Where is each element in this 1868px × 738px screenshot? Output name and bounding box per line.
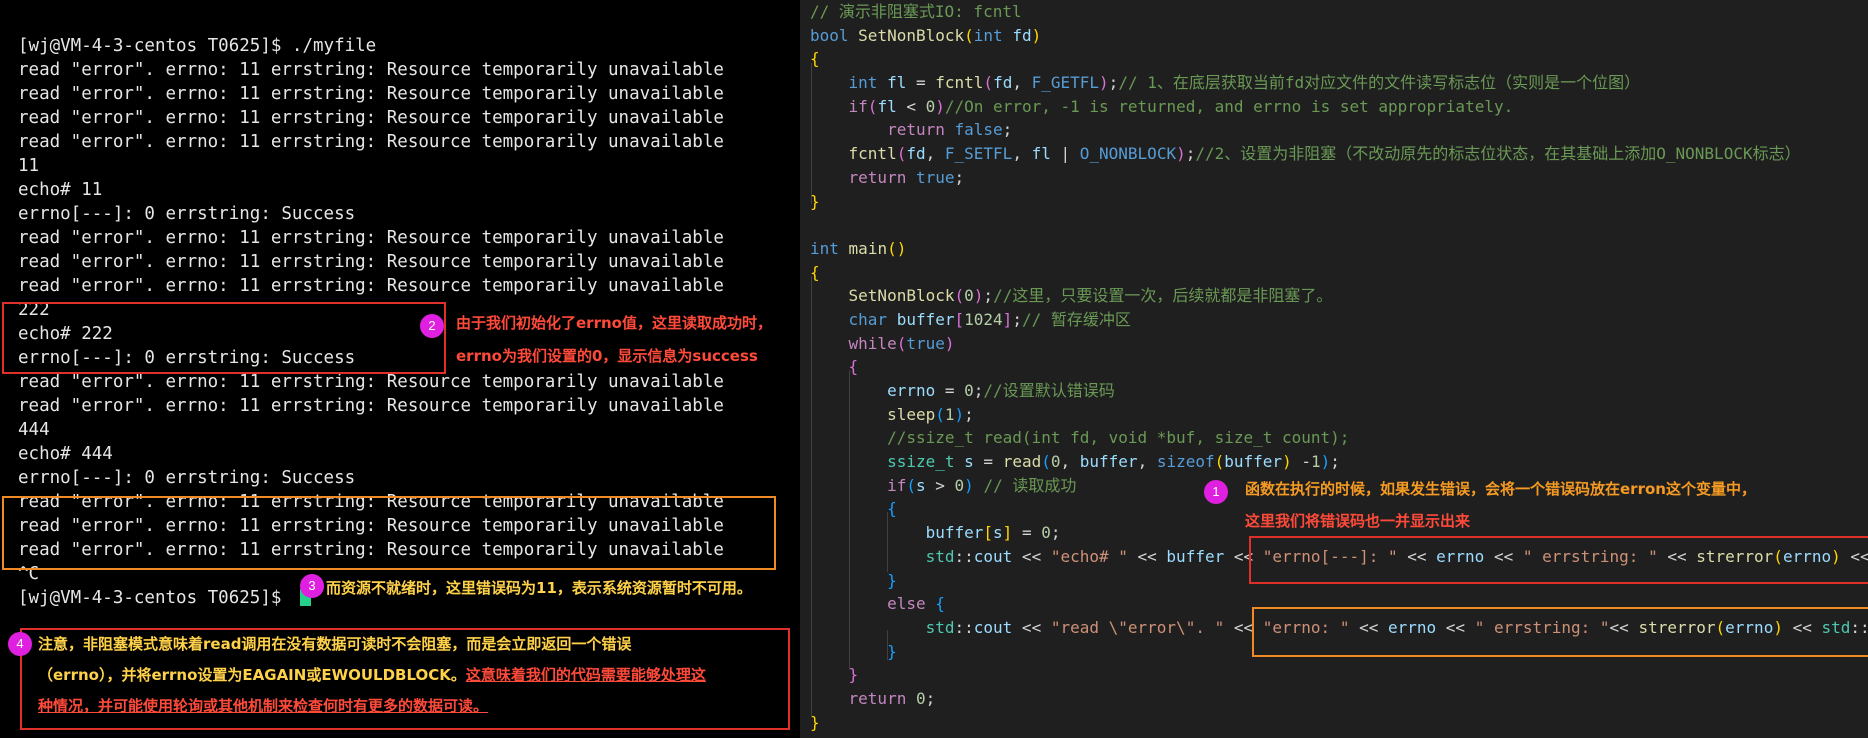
terminal-line: read "error". errno: 11 errstring: Resou… xyxy=(18,108,724,128)
terminal-line: read "error". errno: 11 errstring: Resou… xyxy=(18,396,724,416)
success-cout-highlight xyxy=(1249,536,1868,584)
terminal-pane[interactable]: [wj@VM-4-3-centos T0625]$ ./myfile read "… xyxy=(0,0,800,738)
code-line: // 演示非阻塞式IO: fcntl xyxy=(810,2,1022,21)
annotation-1-line-2: 这里我们将错误码也一并显示出来 xyxy=(1245,512,1471,530)
terminal-line: read "error". errno: 11 errstring: Resou… xyxy=(18,84,724,104)
annotation-badge-3: 3 xyxy=(300,574,324,598)
annotation-4-line-3-text: 种情况，并可能使用轮询或其他机制来检查何时有更多的数据可读。 xyxy=(38,697,489,715)
terminal-line: read "error". errno: 11 errstring: Resou… xyxy=(18,132,724,152)
terminal-line: 11 xyxy=(18,156,40,176)
code-line: fcntl(fd, F_SETFL, fl | O_NONBLOCK);//2、… xyxy=(848,144,1801,164)
error-cout-highlight xyxy=(1252,607,1868,657)
code-line: return true; xyxy=(848,167,965,187)
annotation-4-line-1: 注意，非阻塞模式意味着read调用在没有数据可读时不会阻塞，而是会立即返回一个错… xyxy=(38,635,632,653)
code-line: } xyxy=(810,191,820,211)
code-line: } xyxy=(810,712,820,732)
terminal-line: 444 xyxy=(18,420,50,440)
annotation-badge-1: 1 xyxy=(1204,480,1228,504)
code-editor[interactable]: // 演示非阻塞式IO: fcntl bool SetNonBlock(int f… xyxy=(800,0,1868,738)
code-line: //ssize_t read(int fd, void *buf, size_t… xyxy=(887,428,1350,448)
terminal-line: read "error". errno: 11 errstring: Resou… xyxy=(18,228,724,248)
code-line: { xyxy=(848,357,859,377)
annotation-badge-4: 4 xyxy=(8,632,32,656)
terminal-line: [wj@VM-4-3-centos T0625]$ ./myfile xyxy=(18,36,377,56)
terminal-line: read "error". errno: 11 errstring: Resou… xyxy=(18,276,724,296)
annotation-2-line-1: 由于我们初始化了errno值，这里读取成功时， xyxy=(456,314,772,332)
terminal-line: errno[---]: 0 errstring: Success xyxy=(18,468,356,488)
terminal-line: echo# 11 xyxy=(18,180,103,200)
terminal-line: read "error". errno: 11 errstring: Resou… xyxy=(18,252,724,272)
code-line: ssize_t s = read(0, buffer, sizeof(buffe… xyxy=(887,452,1340,472)
code-line: int fl = fcntl(fd, F_GETFL);// 1、在底层获取当前… xyxy=(848,73,1641,93)
code-line: return 0; xyxy=(848,688,936,708)
terminal-line: echo# 444 xyxy=(18,444,113,464)
code-line: if(fl < 0)//On error, -1 is returned, an… xyxy=(848,96,1514,116)
annotation-badge-2: 2 xyxy=(420,314,444,338)
annotation-1-line-1: 函数在执行的时候，如果发生错误，会将一个错误码放在erron这个变量中， xyxy=(1245,480,1756,498)
code-line: char buffer[1024];// 暂存缓冲区 xyxy=(848,309,1131,329)
success-output-highlight xyxy=(2,302,446,374)
terminal-line: read "error". errno: 11 errstring: Resou… xyxy=(18,60,724,80)
code-line: bool SetNonBlock(int fd) xyxy=(810,25,1042,45)
annotation-2-line-2: errno为我们设置的0，显示信息为success xyxy=(456,347,758,365)
code-line: int main() xyxy=(810,238,907,258)
annotation-4-line-2: （errno），并将errno设置为EAGAIN或EWOULDBLOCK。这意味… xyxy=(38,664,706,686)
code-line: { xyxy=(810,49,820,69)
annotation-3: 而资源不就绪时，这里错误码为11，表示系统资源暂时不可用。 xyxy=(326,579,752,597)
code-line: } xyxy=(848,665,859,685)
code-line: sleep(1); xyxy=(887,404,974,424)
eagain-output-highlight xyxy=(2,496,776,570)
annotation-4-line-2-part-a: （errno），并将errno设置为EAGAIN或EWOULDBLOCK。 xyxy=(38,666,466,684)
code-line: { xyxy=(810,262,820,282)
annotation-4-line-2-part-b: 这意味着我们的代码需要能够处理这 xyxy=(465,666,706,684)
annotation-4-line-3: 种情况，并可能使用轮询或其他机制来检查何时有更多的数据可读。 xyxy=(38,695,488,717)
code-line: while(true) xyxy=(848,333,955,353)
code-line: errno = 0;//设置默认错误码 xyxy=(887,381,1115,400)
terminal-line: errno[---]: 0 errstring: Success xyxy=(18,204,356,224)
code-line: return false; xyxy=(887,120,1013,140)
code-line: SetNonBlock(0);//这里，只要设置一次，后续就都是非阻塞了。 xyxy=(848,286,1333,306)
